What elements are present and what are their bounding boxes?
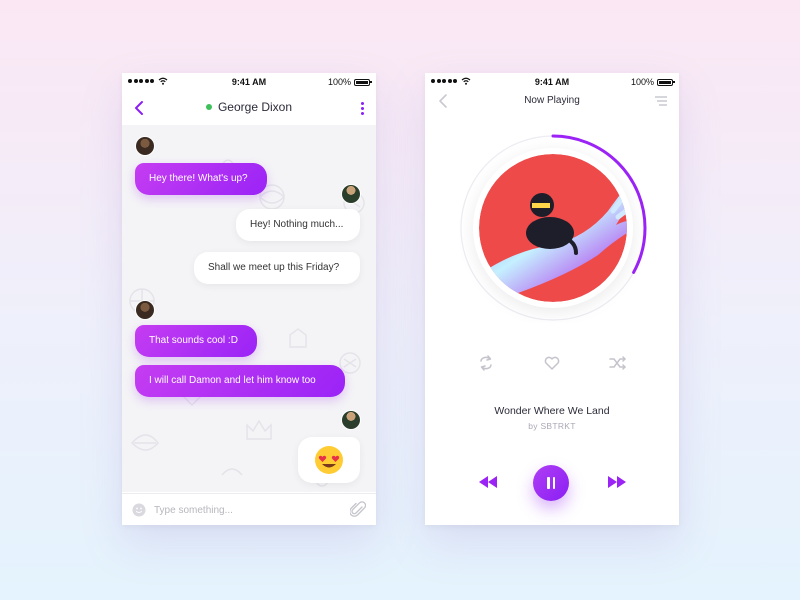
message-composer: [122, 493, 376, 525]
contact-title[interactable]: George Dixon: [122, 100, 376, 114]
pause-icon: [547, 477, 550, 489]
contact-avatar[interactable]: [136, 137, 154, 155]
album-art-player: [458, 133, 648, 323]
player-header: Now Playing: [425, 91, 679, 117]
chat-screen: 9:41 AM 100% George Dixon Hey there! Wha…: [122, 73, 376, 525]
battery-label: 100%: [630, 77, 654, 87]
user-avatar[interactable]: [342, 185, 360, 203]
message-bubble[interactable]: Hey! Nothing much...: [236, 209, 360, 241]
pause-button[interactable]: [533, 465, 569, 501]
emoji-picker-icon[interactable]: [132, 503, 146, 517]
online-status-icon: [205, 104, 212, 110]
status-bar: 9:41 AM 100%: [122, 73, 376, 91]
user-avatar[interactable]: [342, 411, 360, 429]
artist-name: by SBTRKT: [528, 421, 576, 431]
contact-name: George Dixon: [217, 100, 293, 114]
battery-icon: [354, 78, 372, 86]
attach-icon[interactable]: [350, 501, 366, 519]
repeat-icon[interactable]: [477, 354, 495, 372]
status-bar: 9:41 AM 100%: [425, 73, 679, 91]
player-screen: 9:41 AM 100% Now Playing Wonder Where We…: [425, 73, 679, 525]
message-input[interactable]: [154, 501, 324, 519]
playback-controls: [425, 463, 679, 503]
message-bubble[interactable]: I will call Damon and let him know too: [135, 365, 345, 397]
heart-icon[interactable]: [543, 354, 561, 372]
message-bubble[interactable]: Shall we meet up this Friday?: [194, 252, 360, 284]
rewind-icon[interactable]: [479, 476, 497, 488]
message-list[interactable]: Hey there! What's up? Hey! Nothing much.…: [122, 125, 376, 492]
shuffle-icon[interactable]: [609, 354, 627, 372]
more-options-icon[interactable]: [361, 102, 364, 115]
heart-eyes-emoji-icon: [315, 446, 343, 474]
page-title: Now Playing: [524, 95, 580, 106]
message-bubble[interactable]: Hey there! What's up?: [135, 163, 267, 195]
message-bubble[interactable]: That sounds cool :D: [135, 325, 257, 357]
emoji-message-bubble[interactable]: [298, 437, 360, 483]
battery-label: 100%: [327, 77, 351, 87]
track-actions: [425, 354, 679, 374]
song-title: Wonder Where We Land: [494, 405, 610, 417]
queue-menu-icon[interactable]: [655, 95, 667, 107]
chat-header: George Dixon: [122, 91, 376, 125]
battery-icon: [657, 78, 675, 86]
contact-avatar[interactable]: [136, 301, 154, 319]
fast-forward-icon[interactable]: [608, 476, 626, 488]
